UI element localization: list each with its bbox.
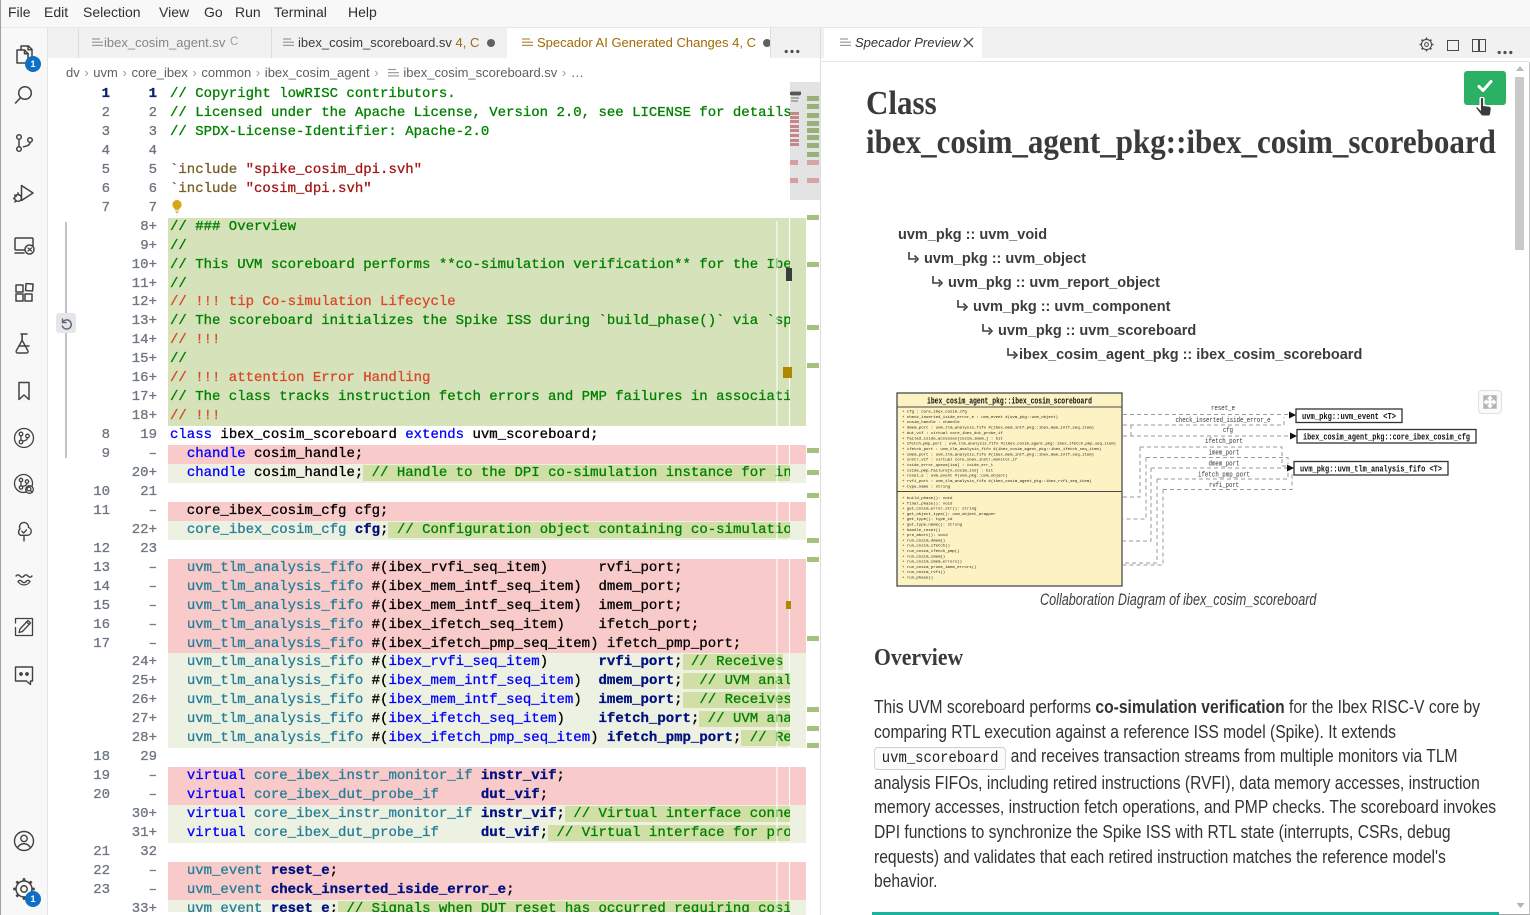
svg-text:+ run_phase(): + run_phase() — [902, 576, 933, 581]
svg-text:+ get_cosim_error_str(): strin: + get_cosim_error_str(): string — [902, 507, 977, 512]
svg-text:+ imem_port : uvm_tlm_analysis: + imem_port : uvm_tlm_analysis_fifo #(ib… — [902, 452, 1094, 457]
svg-text:+ dmem_port : uvm_tlm_analysis: + dmem_port : uvm_tlm_analysis_fifo #(ib… — [902, 426, 1094, 431]
svg-text:+ check_inserted_iside_error_e: + check_inserted_iside_error_e : uvm_eve… — [902, 415, 1058, 420]
svg-text:+ run_cosim_imem(): + run_cosim_imem() — [902, 554, 945, 559]
svg-text:ibex_cosim_agent_pkg::ibex_cos: ibex_cosim_agent_pkg::ibex_cosim_scorebo… — [927, 397, 1092, 407]
svg-text:+ get_type(): type_id: + get_type(): type_id — [902, 517, 953, 522]
svg-text:rvfi_port: rvfi_port — [1209, 482, 1239, 490]
svg-text:+ run_cosim_dmem(): + run_cosim_dmem() — [902, 538, 945, 543]
svg-text:imem_port: imem_port — [1209, 450, 1240, 458]
svg-text:+ type_name : string: + type_name : string — [902, 484, 951, 489]
svg-text:ibex_cosim_agent_pkg::core_ibe: ibex_cosim_agent_pkg::core_ibex_cosim_cf… — [1303, 432, 1470, 443]
svg-text:+ run_cosim_prune_imem_errors(: + run_cosim_prune_imem_errors() — [902, 565, 976, 570]
svg-text:+ cfg : core_ibex_cosim_cfg: + cfg : core_ibex_cosim_cfg — [902, 410, 967, 415]
svg-text:+ run_cosim_ifetch(): + run_cosim_ifetch() — [902, 544, 950, 549]
svg-text:reset_e: reset_e — [1211, 405, 1235, 413]
svg-text:uvm_pkg::uvm_event <T>: uvm_pkg::uvm_event <T> — [1302, 411, 1396, 422]
svg-text:+ run_cosim_ifetch_pmp(): + run_cosim_ifetch_pmp() — [902, 549, 960, 554]
svg-text:dmem_port: dmem_port — [1209, 461, 1240, 469]
svg-text:+ failed_iside_accesses[cosim_: + failed_iside_accesses[cosim_imem_] : b… — [902, 436, 1003, 441]
svg-text:+ dut_vif : virtual core_ibex_: + dut_vif : virtual core_ibex_dut_probe_… — [902, 431, 1003, 436]
svg-text:+ reset_e : uvm_event #(uvm_pk: + reset_e : uvm_event #(uvm_pkg::uvm_obj… — [902, 474, 1008, 479]
svg-text:uvm_pkg::uvm_tlm_analysis_fifo: uvm_pkg::uvm_tlm_analysis_fifo <T> — [1300, 464, 1442, 475]
svg-text:cfg: cfg — [1223, 427, 1233, 435]
svg-text:+ iside_error_queue[isa] : isi: + iside_error_queue[isa] : iside_err_t — [902, 463, 993, 468]
svg-text:+ get_object_type(): uvm_objec: + get_object_type(): uvm_object_wrapper — [902, 512, 996, 517]
svg-text:+ ifetch_pmp_port : uvm_tlm_an: + ifetch_pmp_port : uvm_tlm_analysis_fif… — [902, 442, 1116, 447]
svg-text:+ run_cosim_imem_errors(): + run_cosim_imem_errors() — [902, 560, 962, 565]
svg-text:+ final_phase(): void: + final_phase(): void — [902, 501, 953, 506]
svg-text:ifetch_port: ifetch_port — [1205, 438, 1243, 446]
svg-text:+ cosim_handle : chandle: + cosim_handle : chandle — [902, 420, 960, 425]
svg-text:+ build_phase(): void: + build_phase(): void — [902, 496, 953, 501]
svg-text:+ handle_reset(): + handle_reset() — [902, 528, 940, 533]
svg-text:+ instr_vif : virtual core_ibe: + instr_vif : virtual core_ibex_instr_mo… — [902, 458, 1018, 463]
svg-text:ifetch_pmp_port: ifetch_pmp_port — [1198, 472, 1250, 480]
svg-text:+ get_type_name(): string: + get_type_name(): string — [902, 523, 963, 528]
svg-text:+ iside_pmp_failure[n_cosim_in: + iside_pmp_failure[n_cosim_ins] : bit — [902, 468, 993, 473]
svg-text:+ rvfi_port : uvm_tlm_analysis: + rvfi_port : uvm_tlm_analysis_fifo #(ib… — [902, 479, 1092, 484]
svg-text:+ run_cosim_rvfi(): + run_cosim_rvfi() — [902, 570, 945, 575]
svg-text:+ pre_abort(): void: + pre_abort(): void — [902, 533, 948, 538]
svg-text:+ ifetch_port : uvm_tlm_analys: + ifetch_port : uvm_tlm_analysis_fifo #(… — [902, 447, 1101, 452]
svg-text:check_inserted_iside_error_e: check_inserted_iside_error_e — [1176, 417, 1271, 425]
